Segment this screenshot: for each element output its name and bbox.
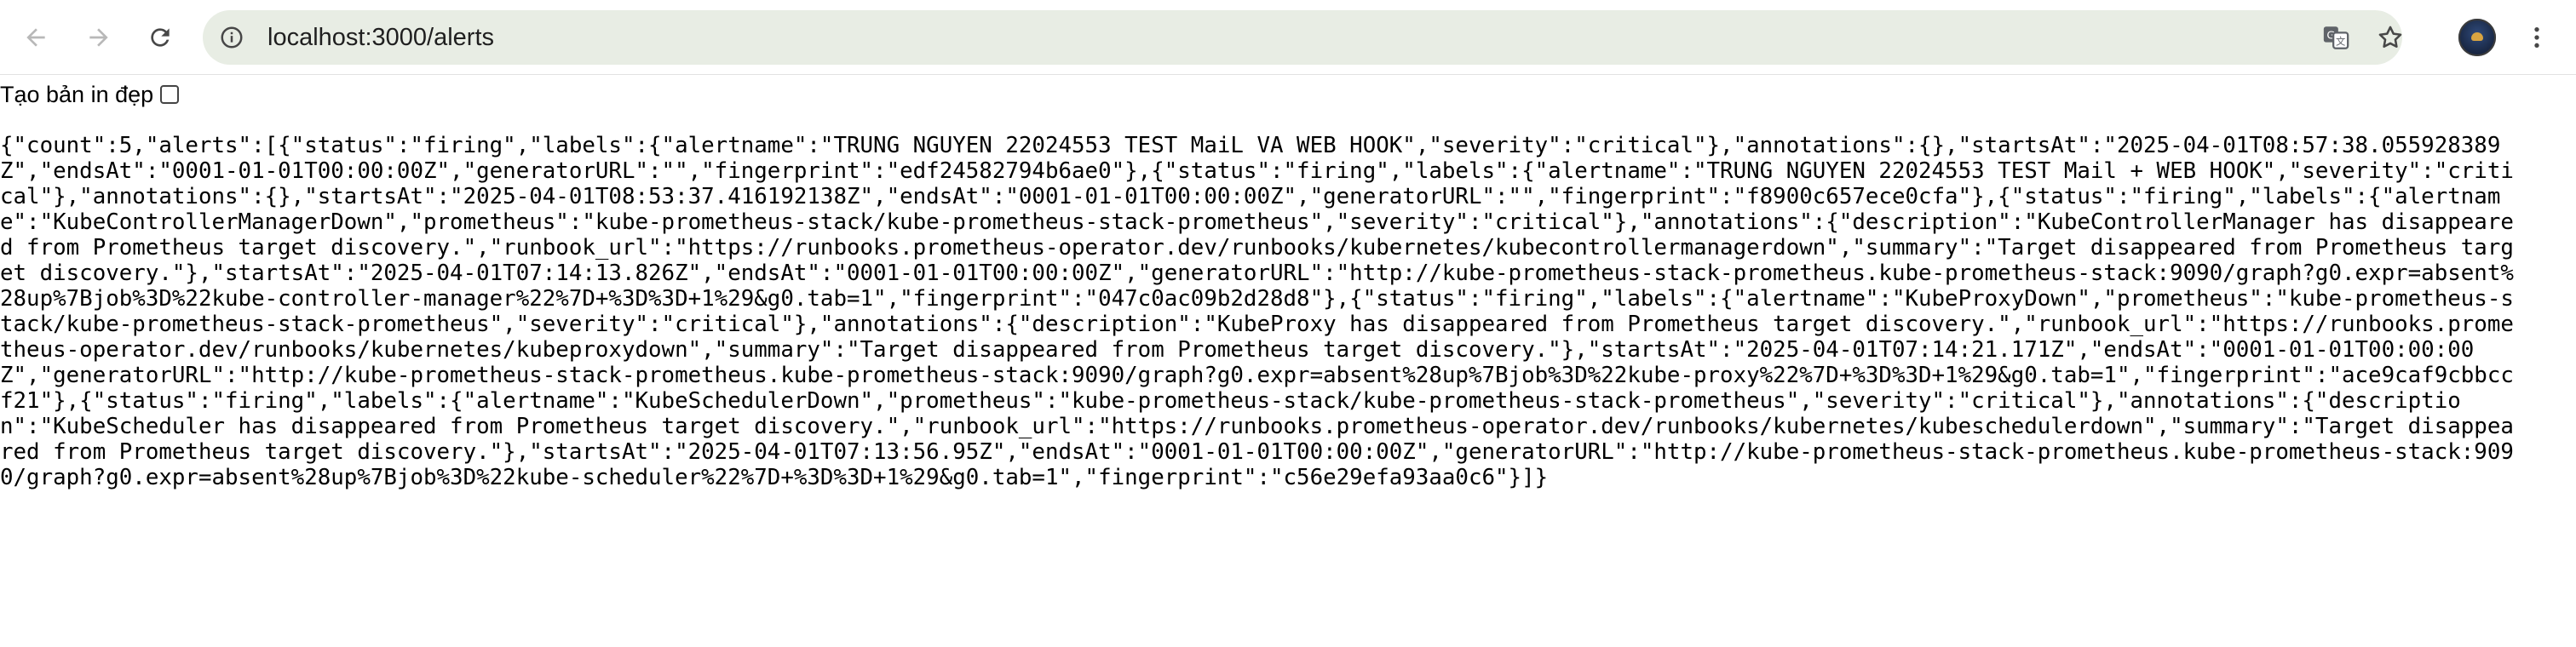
back-arrow-icon <box>26 28 45 47</box>
browser-menu-button[interactable] <box>2518 19 2556 56</box>
svg-text:文: 文 <box>2336 36 2345 48</box>
forward-arrow-icon <box>89 28 108 47</box>
translate-icon: G 文 <box>2323 26 2349 49</box>
url-text[interactable]: localhost:3000/alerts <box>267 10 494 65</box>
browser-toolbar: localhost:3000/alerts G 文 <box>0 0 2576 75</box>
site-info-button[interactable] <box>215 20 249 54</box>
translate-button[interactable]: G 文 <box>2319 20 2353 54</box>
site-info-icon <box>221 26 243 49</box>
reload-button[interactable] <box>136 14 184 61</box>
pretty-print-checkbox[interactable] <box>160 85 180 104</box>
reload-icon <box>151 28 170 47</box>
forward-button[interactable] <box>75 14 123 61</box>
star-icon <box>2378 26 2402 49</box>
kebab-menu-icon <box>2534 27 2539 48</box>
address-bar[interactable]: localhost:3000/alerts G 文 <box>203 10 2402 65</box>
back-button[interactable] <box>12 14 60 61</box>
pretty-print-toggle[interactable]: Tạo bản in đẹp <box>0 81 180 107</box>
pretty-print-label: Tạo bản in đẹp <box>0 81 154 107</box>
raw-json-content: {"count":5,"alerts":[{"status":"firing",… <box>0 133 2514 490</box>
profile-avatar[interactable] <box>2458 19 2496 56</box>
bookmark-star-button[interactable] <box>2373 20 2407 54</box>
